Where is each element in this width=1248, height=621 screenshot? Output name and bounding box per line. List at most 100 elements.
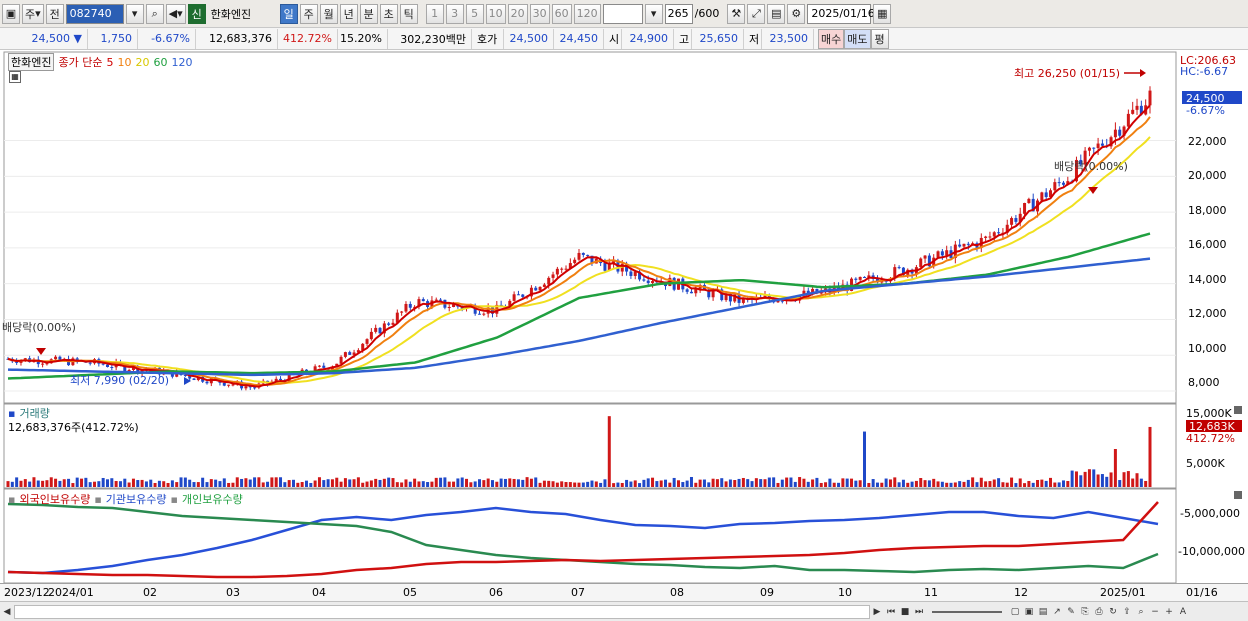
calculator-icon[interactable]: ▦ (9, 71, 21, 83)
volume-bar (1036, 479, 1040, 487)
foreign-legend: 외국인보유수량 (19, 493, 91, 506)
holder-legend: ▪ 외국인보유수량 ▪ 기관보유수량 ▪ 개인보유수량 (8, 491, 243, 507)
volume-bar (607, 416, 611, 487)
volume-bar (240, 478, 244, 487)
volume-bar (88, 482, 92, 487)
count-input[interactable]: 265 (664, 3, 693, 24)
volume-bar (763, 479, 767, 487)
search-icon[interactable]: ⌕ (145, 3, 164, 24)
scroll-track[interactable] (14, 604, 870, 619)
zoom-in-icon[interactable]: + (1162, 605, 1176, 619)
volume-bar (547, 480, 551, 487)
zoom-slider[interactable] (932, 610, 1002, 613)
interval-custom-input[interactable] (602, 3, 643, 24)
chart-area[interactable]: 최고 26,250 (01/15) 최저 7,990 (02/20) 배당락(0… (0, 50, 1248, 603)
holder-panel-close-icon[interactable] (1234, 491, 1242, 499)
period-minute-button[interactable]: 분 (359, 3, 378, 24)
volume-bar (897, 482, 901, 487)
stop-icon[interactable]: ■ (898, 605, 912, 619)
date-input[interactable]: 2025/01/16 (807, 3, 875, 24)
interval-30-button[interactable]: 30 (529, 3, 550, 24)
zoom-out-icon[interactable]: − (1148, 605, 1162, 619)
print-icon[interactable]: ⎙ (1092, 605, 1106, 619)
x-label-02: 02 (143, 586, 157, 599)
font-size-icon[interactable]: A (1176, 605, 1190, 619)
volume-bar (793, 481, 797, 487)
export-icon[interactable]: ⇪ (1120, 605, 1134, 619)
candle-body (365, 339, 369, 344)
gear-icon[interactable]: ⚙ (787, 3, 806, 24)
volume-bar (746, 479, 750, 487)
chart-scrollbar[interactable]: ◀ ▶ ⏮ ■ ⏭ ▢ ▣ ▤ ↗ ✎ ⎘ ⎙ ↻ ⇪ ⌕ − + A (0, 601, 1248, 621)
candle-body (988, 236, 992, 238)
sell-button[interactable]: 매도 (844, 28, 871, 49)
volume-bar (503, 478, 507, 487)
high-label: 고 (674, 28, 692, 49)
volume-bar (698, 479, 702, 487)
y-tick-10000: 10,000 (1188, 342, 1227, 355)
ma-lines-group (7, 104, 1151, 388)
volume-bar (880, 482, 884, 487)
interval-120-button[interactable]: 120 (573, 3, 601, 24)
holder-lines-group (7, 501, 1159, 579)
scroll-end-icon[interactable]: ⏭ (912, 605, 926, 619)
volume-bar (1074, 471, 1078, 487)
scroll-left-icon[interactable]: ◀ (0, 605, 14, 619)
period-month-button[interactable]: 월 (319, 3, 338, 24)
vol-panel-close-icon[interactable] (1234, 406, 1242, 414)
type-select[interactable]: 주 ▾ (22, 3, 44, 24)
save-icon[interactable]: ▤ (767, 3, 786, 24)
volume-bar (1144, 480, 1148, 487)
x-label-07: 07 (571, 586, 585, 599)
volume-bar (612, 483, 616, 487)
volume-bar (456, 478, 460, 487)
interval-20-button[interactable]: 20 (507, 3, 528, 24)
draw-tool-icon[interactable]: ✎ (1064, 605, 1078, 619)
volume-bar (850, 478, 854, 487)
high-annotation: 최고 26,250 (01/15) (1014, 67, 1146, 80)
ask-label: 호가 (472, 28, 504, 49)
calendar-icon[interactable]: ▦ (873, 3, 892, 24)
stock-code-input[interactable]: 082740 (65, 3, 124, 24)
layout-3-icon[interactable]: ▤ (1036, 605, 1050, 619)
volume-bar (447, 481, 451, 487)
buy-button[interactable]: 매수 (818, 28, 845, 49)
scroll-start-icon[interactable]: ⏮ (884, 605, 898, 619)
volume-bar (555, 482, 559, 487)
volume-ratio: 412.72% (278, 28, 338, 49)
crosshair-icon[interactable]: ⤢ (747, 3, 766, 24)
layout-2-icon[interactable]: ▣ (1022, 605, 1036, 619)
interval-3-button[interactable]: 3 (445, 3, 464, 24)
copy-icon[interactable]: ⎘ (1078, 605, 1092, 619)
avg-button[interactable]: 평 (870, 28, 889, 49)
volume-bar (672, 477, 676, 487)
period-tick-button[interactable]: 틱 (399, 3, 418, 24)
candle-body (369, 331, 373, 340)
interval-60-button[interactable]: 60 (551, 3, 572, 24)
interval-dropdown-icon[interactable]: ▾ (644, 3, 663, 24)
dividend-annotation-1: 배당락(0.00%) (2, 321, 76, 355)
zoom-icon[interactable]: ⌕ (1134, 605, 1148, 619)
candle-body (923, 255, 927, 259)
candle-body (317, 365, 321, 367)
layout-1-icon[interactable]: ▢ (1008, 605, 1022, 619)
candle-body (858, 276, 862, 280)
period-second-button[interactable]: 초 (379, 3, 398, 24)
code-dropdown-icon[interactable]: ▾ (125, 3, 144, 24)
y-tick-8000: 8,000 (1188, 376, 1220, 389)
period-week-button[interactable]: 주 (299, 3, 318, 24)
volume-bar (1031, 482, 1035, 487)
speaker-icon[interactable]: ◀▾ (165, 3, 186, 24)
volume-bar (1079, 475, 1083, 487)
scroll-right-icon[interactable]: ▶ (870, 605, 884, 619)
period-year-button[interactable]: 년 (339, 3, 358, 24)
chart-type-icon[interactable]: ▣ (2, 3, 20, 24)
period-day-button[interactable]: 일 (279, 3, 298, 24)
draw-line-icon[interactable]: ↗ (1050, 605, 1064, 619)
tools-icon[interactable]: ⚒ (727, 3, 746, 24)
interval-1-button[interactable]: 1 (425, 3, 444, 24)
prev-button[interactable]: 전 (45, 3, 64, 24)
refresh-icon[interactable]: ↻ (1106, 605, 1120, 619)
interval-5-button[interactable]: 5 (465, 3, 484, 24)
interval-10-button[interactable]: 10 (485, 3, 506, 24)
